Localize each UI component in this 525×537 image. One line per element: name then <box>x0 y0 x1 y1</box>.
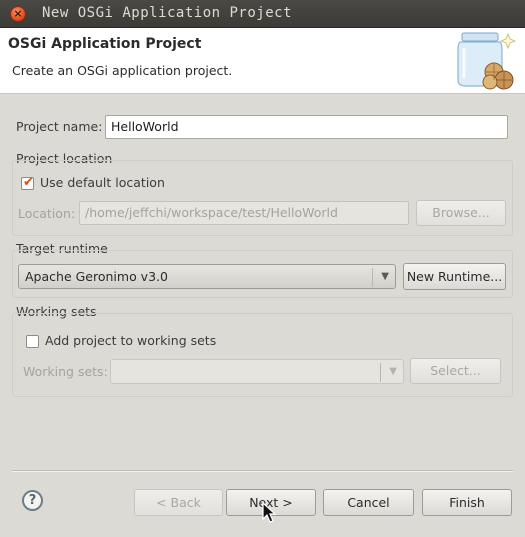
wizard-description: Create an OSGi application project. <box>12 63 233 78</box>
use-default-location-label: Use default location <box>40 175 165 190</box>
wizard-header: OSGi Application Project Create an OSGi … <box>0 28 525 94</box>
jar-with-bundles-icon <box>457 32 517 90</box>
checkmark-icon: ✔ <box>23 175 34 190</box>
browse-button[interactable]: Browse... <box>416 200 506 226</box>
select-working-sets-button[interactable]: Select... <box>410 358 501 384</box>
close-icon: × <box>13 7 23 20</box>
wizard-title: OSGi Application Project <box>8 36 202 52</box>
close-window-button[interactable]: × <box>10 6 26 22</box>
add-to-working-sets-checkbox[interactable] <box>26 335 39 348</box>
finish-button[interactable]: Finish <box>422 489 512 516</box>
help-icon[interactable]: ? <box>22 490 43 511</box>
project-name-input[interactable]: HelloWorld <box>105 115 508 139</box>
cancel-button[interactable]: Cancel <box>323 489 414 516</box>
mouse-cursor-icon <box>262 502 276 523</box>
window-title: New OSGi Application Project <box>42 5 293 21</box>
location-input[interactable]: /home/jeffchi/workspace/test/HelloWorld <box>79 201 409 225</box>
working-sets-label: Working sets: <box>23 364 108 379</box>
target-runtime-select[interactable]: Apache Geronimo v3.0 ▼ <box>18 264 396 289</box>
window-titlebar: × New OSGi Application Project <box>0 0 525 28</box>
add-to-working-sets-label: Add project to working sets <box>45 333 217 348</box>
location-label: Location: <box>18 206 76 221</box>
working-sets-select[interactable]: ▼ <box>110 359 404 384</box>
use-default-location-checkbox[interactable]: ✔ <box>21 175 34 190</box>
chevron-down-icon: ▼ <box>381 271 389 282</box>
back-button[interactable]: < Back <box>134 489 223 516</box>
working-sets-group <box>12 313 513 397</box>
footer-divider <box>12 470 513 472</box>
new-runtime-button[interactable]: New Runtime... <box>403 263 506 290</box>
target-runtime-value: Apache Geronimo v3.0 <box>25 269 168 284</box>
chevron-down-icon: ▼ <box>389 366 397 377</box>
project-name-label: Project name: <box>16 119 103 134</box>
